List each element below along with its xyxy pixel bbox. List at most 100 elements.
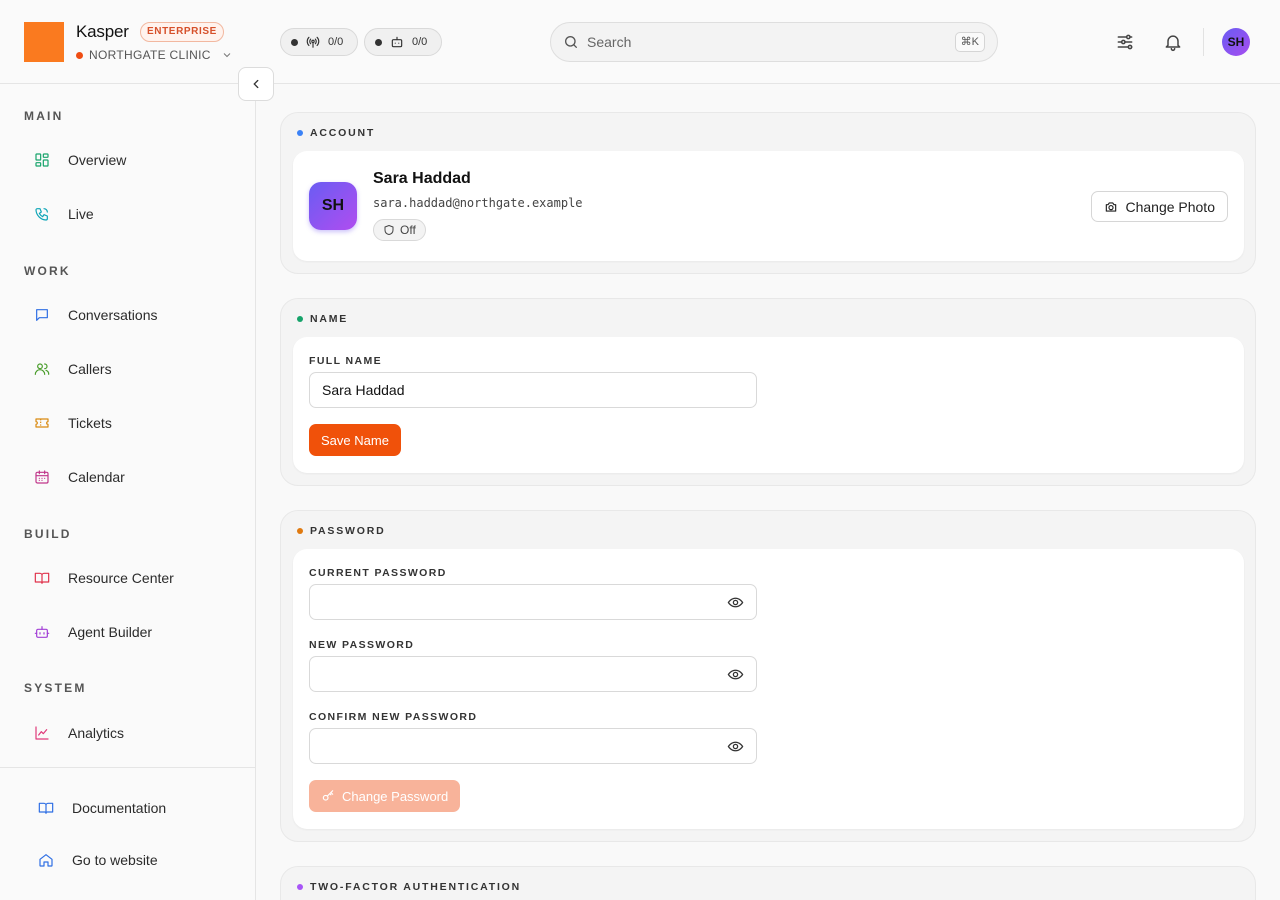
password-card: PASSWORD CURRENT PASSWORD NEW PASSWORD C… bbox=[280, 510, 1256, 842]
current-password-field-wrap bbox=[309, 584, 757, 620]
search-input[interactable] bbox=[587, 34, 947, 50]
org-switcher[interactable]: NORTHGATE CLINIC bbox=[76, 47, 233, 63]
chart-icon bbox=[34, 725, 50, 741]
message-icon bbox=[34, 307, 50, 323]
sidebar-item-calendar[interactable]: Calendar bbox=[24, 459, 232, 495]
eye-icon[interactable] bbox=[727, 666, 744, 683]
card-header: PASSWORD bbox=[297, 525, 385, 537]
section-label-main: MAIN bbox=[24, 109, 64, 123]
header-divider bbox=[1203, 28, 1204, 56]
section-title: TWO-FACTOR AUTHENTICATION bbox=[310, 881, 522, 893]
change-password-label: Change Password bbox=[342, 788, 449, 804]
save-name-button[interactable]: Save Name bbox=[309, 424, 401, 456]
sidebar-item-callers[interactable]: Callers bbox=[24, 351, 232, 387]
sidebar-item-label: Resource Center bbox=[68, 570, 174, 586]
user-avatar[interactable]: SH bbox=[1222, 28, 1250, 56]
change-photo-button[interactable]: Change Photo bbox=[1091, 191, 1228, 222]
new-password-field-wrap bbox=[309, 656, 757, 692]
sidebar-item-label: Conversations bbox=[68, 307, 158, 323]
bell-icon[interactable] bbox=[1161, 30, 1185, 54]
status-dot bbox=[375, 38, 382, 46]
section-label-work: WORK bbox=[24, 264, 71, 278]
sidebar-item-label: Tickets bbox=[68, 415, 112, 431]
confirm-password-input[interactable] bbox=[322, 738, 727, 754]
status-dot bbox=[291, 38, 298, 46]
current-password-input[interactable] bbox=[322, 594, 727, 610]
org-name: NORTHGATE CLINIC bbox=[89, 48, 211, 62]
sidebar-item-label: Analytics bbox=[68, 725, 125, 741]
sidebar-item-label: Documentation bbox=[72, 800, 167, 816]
password-panel: CURRENT PASSWORD NEW PASSWORD CONFIRM NE… bbox=[293, 549, 1244, 829]
full-name-input[interactable] bbox=[322, 382, 744, 398]
sidebar-item-overview[interactable]: Overview bbox=[24, 142, 232, 178]
book-open-icon bbox=[38, 800, 54, 816]
org-status-dot bbox=[76, 51, 83, 59]
eye-icon[interactable] bbox=[727, 738, 744, 755]
twofa-status-text: Off bbox=[400, 223, 416, 237]
filters-icon[interactable] bbox=[1113, 30, 1137, 54]
section-label-build: BUILD bbox=[24, 527, 72, 541]
top-bar: Kasper ENTERPRISE NORTHGATE CLINIC 0/0 0… bbox=[0, 0, 1280, 84]
sidebar-item-go-to-website[interactable]: Go to website bbox=[28, 842, 236, 878]
sidebar-item-live[interactable]: Live bbox=[24, 196, 232, 232]
account-card: ACCOUNT SH Sara Haddad sara.haddad@north… bbox=[280, 112, 1256, 274]
search-icon bbox=[563, 34, 579, 50]
sidebar-divider bbox=[0, 767, 256, 768]
sidebar-item-conversations[interactable]: Conversations bbox=[24, 297, 232, 333]
card-header: TWO-FACTOR AUTHENTICATION bbox=[297, 881, 521, 893]
sidebar: MAIN Overview Live WORK Conversations Ca… bbox=[0, 84, 256, 900]
change-password-button[interactable]: Change Password bbox=[309, 780, 461, 812]
sidebar-item-label: Overview bbox=[68, 152, 127, 168]
confirm-password-label: CONFIRM NEW PASSWORD bbox=[309, 711, 478, 723]
chevron-left-icon bbox=[249, 77, 263, 91]
sidebar-item-agent-builder[interactable]: Agent Builder bbox=[24, 614, 232, 650]
sidebar-item-resource-center[interactable]: Resource Center bbox=[24, 560, 232, 596]
eye-icon[interactable] bbox=[727, 594, 744, 611]
section-title: PASSWORD bbox=[310, 525, 386, 537]
calendar-icon bbox=[34, 469, 50, 485]
account-name: Sara Haddad bbox=[373, 170, 471, 187]
bot-icon bbox=[34, 624, 50, 640]
sidebar-item-label: Agent Builder bbox=[68, 624, 153, 640]
phone-icon bbox=[34, 206, 50, 222]
account-email: sara.haddad@northgate.example bbox=[373, 196, 583, 210]
current-password-label: CURRENT PASSWORD bbox=[309, 567, 447, 579]
plan-badge: ENTERPRISE bbox=[140, 22, 224, 42]
section-label-system: SYSTEM bbox=[24, 681, 87, 695]
section-dot bbox=[297, 316, 303, 322]
camera-icon bbox=[1104, 200, 1118, 214]
sidebar-item-label: Live bbox=[68, 206, 94, 222]
change-photo-label: Change Photo bbox=[1125, 198, 1215, 215]
section-title: ACCOUNT bbox=[310, 127, 376, 139]
brand-logo[interactable] bbox=[24, 22, 64, 62]
home-icon bbox=[38, 852, 54, 868]
brand-name: Kasper bbox=[76, 22, 129, 41]
new-password-input[interactable] bbox=[322, 666, 727, 682]
users-icon bbox=[34, 361, 50, 377]
key-icon bbox=[321, 789, 335, 803]
dashboard-icon bbox=[34, 152, 50, 168]
agents-indicator[interactable]: 0/0 bbox=[364, 28, 442, 56]
twofa-status-badge: Off bbox=[373, 219, 426, 241]
chevron-down-icon bbox=[221, 49, 233, 61]
sidebar-item-tickets[interactable]: Tickets bbox=[24, 405, 232, 441]
name-card: NAME FULL NAME Save Name bbox=[280, 298, 1256, 486]
sidebar-item-analytics[interactable]: Analytics bbox=[24, 715, 232, 751]
account-panel: SH Sara Haddad sara.haddad@northgate.exa… bbox=[293, 151, 1244, 261]
sidebar-item-label: Callers bbox=[68, 361, 112, 377]
search-bar[interactable]: ⌘K bbox=[550, 22, 998, 62]
section-title: NAME bbox=[310, 313, 349, 325]
section-dot bbox=[297, 884, 303, 890]
profile-avatar: SH bbox=[309, 182, 357, 230]
card-header: ACCOUNT bbox=[297, 127, 375, 139]
twofa-card: TWO-FACTOR AUTHENTICATION bbox=[280, 866, 1256, 900]
name-panel: FULL NAME Save Name bbox=[293, 337, 1244, 473]
new-password-label: NEW PASSWORD bbox=[309, 639, 415, 651]
broadcast-icon bbox=[306, 35, 320, 49]
live-calls-count: 0/0 bbox=[328, 36, 344, 48]
sidebar-item-documentation[interactable]: Documentation bbox=[28, 790, 236, 826]
card-header: NAME bbox=[297, 313, 348, 325]
sidebar-collapse-button[interactable] bbox=[238, 67, 274, 101]
live-calls-indicator[interactable]: 0/0 bbox=[280, 28, 358, 56]
sidebar-item-label: Go to website bbox=[72, 852, 158, 868]
